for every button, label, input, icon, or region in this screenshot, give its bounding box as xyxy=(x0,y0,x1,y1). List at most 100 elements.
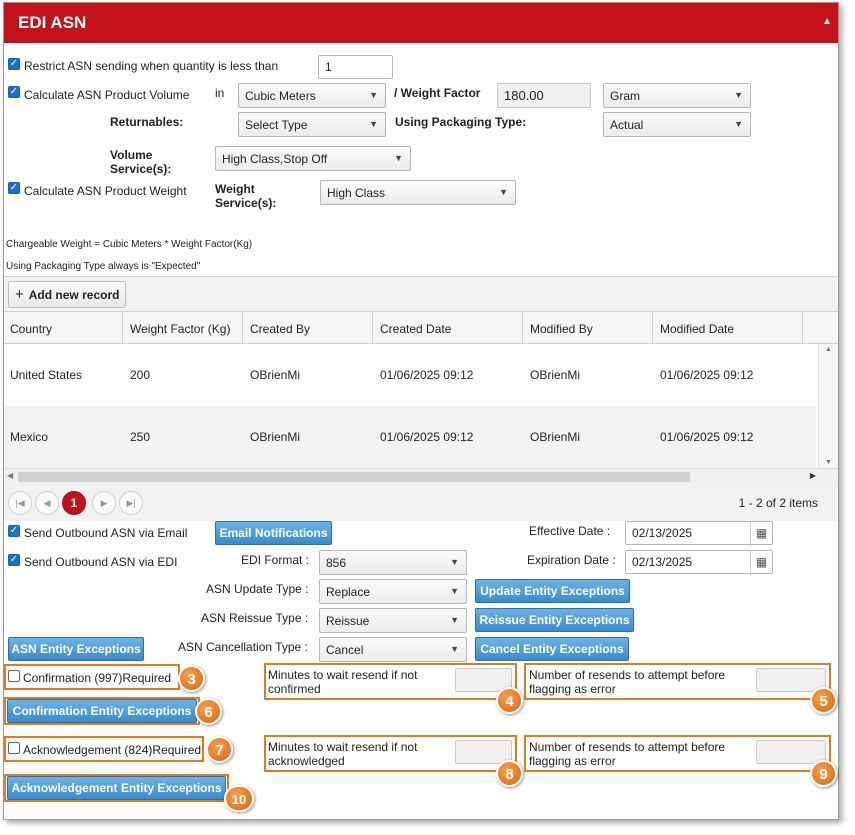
column-divider xyxy=(242,312,243,344)
acknowledgement-checkbox[interactable] xyxy=(8,742,20,754)
current-page-button[interactable]: 1 xyxy=(62,491,86,515)
volume-services-select[interactable]: High Class,Stop Off ▼ xyxy=(215,146,411,171)
column-header[interactable]: Created Date xyxy=(380,322,451,336)
panel-title: EDI ASN xyxy=(18,13,87,32)
column-divider xyxy=(522,312,523,344)
chevron-down-icon: ▼ xyxy=(734,90,743,100)
effective-date-value: 02/13/2025 xyxy=(632,526,693,540)
calendar-icon[interactable]: ▦ xyxy=(750,551,772,575)
cell-modified-by: OBrienMi xyxy=(530,368,581,382)
grid-pager: |◀ ◀ 1 ▶ ▶| 1 - 2 of 2 items xyxy=(4,484,838,521)
asn-cancellation-select[interactable]: Cancel ▼ xyxy=(319,637,467,662)
asn-cancellation-label: ASN Cancellation Type : xyxy=(178,640,308,654)
expiration-date-value: 02/13/2025 xyxy=(632,555,693,569)
chevron-down-icon: ▼ xyxy=(499,187,508,197)
weight-services-label: Weight xyxy=(215,182,255,196)
add-new-record-label: Add new record xyxy=(28,288,120,302)
confirmation-checkbox[interactable] xyxy=(8,670,20,682)
volume-services-value: High Class,Stop Off xyxy=(222,152,328,166)
acknowledgement-resends-input[interactable] xyxy=(756,740,826,764)
acknowledgement-resends-label-2: flagging as error xyxy=(529,754,616,768)
restrict-quantity-input[interactable]: 1 xyxy=(318,55,393,79)
column-header[interactable]: Country xyxy=(10,322,52,336)
callout-badge: 4 xyxy=(496,687,523,714)
add-new-record-button[interactable]: + Add new record xyxy=(8,281,126,308)
column-header[interactable]: Modified By xyxy=(530,322,593,336)
collapse-icon[interactable]: ▲ xyxy=(822,16,832,27)
cell-modified-by: OBrienMi xyxy=(530,430,581,444)
reissue-entity-exceptions-button[interactable]: Reissue Entity Exceptions xyxy=(475,608,634,632)
edi-format-value: 856 xyxy=(326,556,347,570)
callout-badge: 9 xyxy=(810,760,837,787)
asn-entity-exceptions-button[interactable]: ASN Entity Exceptions xyxy=(8,637,144,661)
table-row[interactable]: Mexico 250 OBrienMi 01/06/2025 09:12 OBr… xyxy=(4,406,816,468)
chevron-down-icon: ▼ xyxy=(369,119,378,129)
edi-asn-panel: EDI ASN ▲ ✓ Restrict ASN sending when qu… xyxy=(3,2,839,820)
packaging-select[interactable]: Actual ▼ xyxy=(603,112,751,137)
weight-services-value: High Class xyxy=(327,186,386,200)
horizontal-scrollbar[interactable]: ◀ ▶ xyxy=(4,468,838,484)
scroll-up-icon[interactable]: ▲ xyxy=(825,346,832,353)
weight-unit-select[interactable]: Gram ▼ xyxy=(603,83,751,108)
asn-reissue-select[interactable]: Reissue ▼ xyxy=(319,608,467,633)
chevron-down-icon: ▼ xyxy=(450,557,459,567)
restrict-label: Restrict ASN sending when quantity is le… xyxy=(24,59,279,73)
returnables-select[interactable]: Select Type ▼ xyxy=(238,112,386,137)
cell-weight-factor: 250 xyxy=(130,430,151,444)
callout-badge: 3 xyxy=(178,665,205,692)
cell-country: United States xyxy=(10,368,83,382)
weight-services-select[interactable]: High Class ▼ xyxy=(320,180,516,205)
scroll-down-icon[interactable]: ▼ xyxy=(825,459,832,466)
grid-toolbar: + Add new record xyxy=(4,277,838,312)
column-header[interactable]: Weight Factor (Kg) xyxy=(130,322,230,336)
update-entity-exceptions-button[interactable]: Update Entity Exceptions xyxy=(475,579,630,603)
column-divider xyxy=(802,312,803,344)
confirmation-minutes-label: Minutes to wait resend if not xyxy=(268,668,418,682)
effective-date-input[interactable]: 02/13/2025 ▦ xyxy=(625,521,773,546)
weight-factor-input[interactable]: 180.00 xyxy=(497,83,591,108)
cell-modified-date: 01/06/2025 09:12 xyxy=(660,430,754,444)
edi-label: Send Outbound ASN via EDI xyxy=(24,555,178,569)
weight-label: Calculate ASN Product Weight xyxy=(24,184,187,198)
calendar-icon[interactable]: ▦ xyxy=(750,522,772,546)
vertical-scrollbar[interactable]: ▲ ▼ xyxy=(818,344,838,468)
items-info: 1 - 2 of 2 items xyxy=(738,496,818,510)
restrict-checkbox[interactable]: ✓ xyxy=(8,58,20,70)
expiration-date-input[interactable]: 02/13/2025 ▦ xyxy=(625,550,773,575)
column-divider xyxy=(122,312,123,344)
confirmation-entity-exceptions-button[interactable]: Confirmation Entity Exceptions xyxy=(7,699,197,723)
asn-cancellation-value: Cancel xyxy=(326,643,364,657)
scrollbar-thumb[interactable] xyxy=(18,472,690,482)
callout-badge: 6 xyxy=(195,698,222,725)
email-checkbox[interactable]: ✓ xyxy=(8,525,20,537)
scroll-right-icon[interactable]: ▶ xyxy=(810,471,816,480)
volume-unit-select[interactable]: Cubic Meters ▼ xyxy=(238,83,386,108)
acknowledgement-entity-exceptions-button[interactable]: Acknowledgement Entity Exceptions xyxy=(7,776,226,800)
edi-format-select[interactable]: 856 ▼ xyxy=(319,550,467,575)
email-label: Send Outbound ASN via Email xyxy=(24,526,188,540)
in-label: in xyxy=(215,86,225,100)
grid-header: Country Weight Factor (Kg) Created By Cr… xyxy=(4,312,838,344)
cancel-entity-exceptions-button[interactable]: Cancel Entity Exceptions xyxy=(475,637,629,661)
expiration-date-label: Expiration Date : xyxy=(527,553,616,567)
cell-created-date: 01/06/2025 09:12 xyxy=(380,430,474,444)
cell-created-by: OBrienMi xyxy=(250,430,301,444)
chevron-down-icon: ▼ xyxy=(369,90,378,100)
edi-checkbox[interactable]: ✓ xyxy=(8,554,20,566)
packaging-label: Using Packaging Type: xyxy=(395,115,527,129)
column-header[interactable]: Modified Date xyxy=(660,322,734,336)
weight-checkbox[interactable]: ✓ xyxy=(8,182,20,194)
table-row[interactable]: United States 200 OBrienMi 01/06/2025 09… xyxy=(4,344,816,406)
first-page-icon[interactable]: |◀ xyxy=(8,491,32,515)
scroll-left-icon[interactable]: ◀ xyxy=(7,471,13,480)
prev-page-icon[interactable]: ◀ xyxy=(35,491,59,515)
volume-checkbox[interactable]: ✓ xyxy=(8,86,20,98)
next-page-icon[interactable]: ▶ xyxy=(92,491,116,515)
column-header[interactable]: Created By xyxy=(250,322,310,336)
cell-created-by: OBrienMi xyxy=(250,368,301,382)
returnables-label: Returnables: xyxy=(110,115,184,129)
email-notifications-button[interactable]: Email Notifications xyxy=(215,521,332,545)
acknowledgement-resends-label: Number of resends to attempt before xyxy=(529,740,726,754)
asn-update-select[interactable]: Replace ▼ xyxy=(319,579,467,604)
last-page-icon[interactable]: ▶| xyxy=(119,491,143,515)
